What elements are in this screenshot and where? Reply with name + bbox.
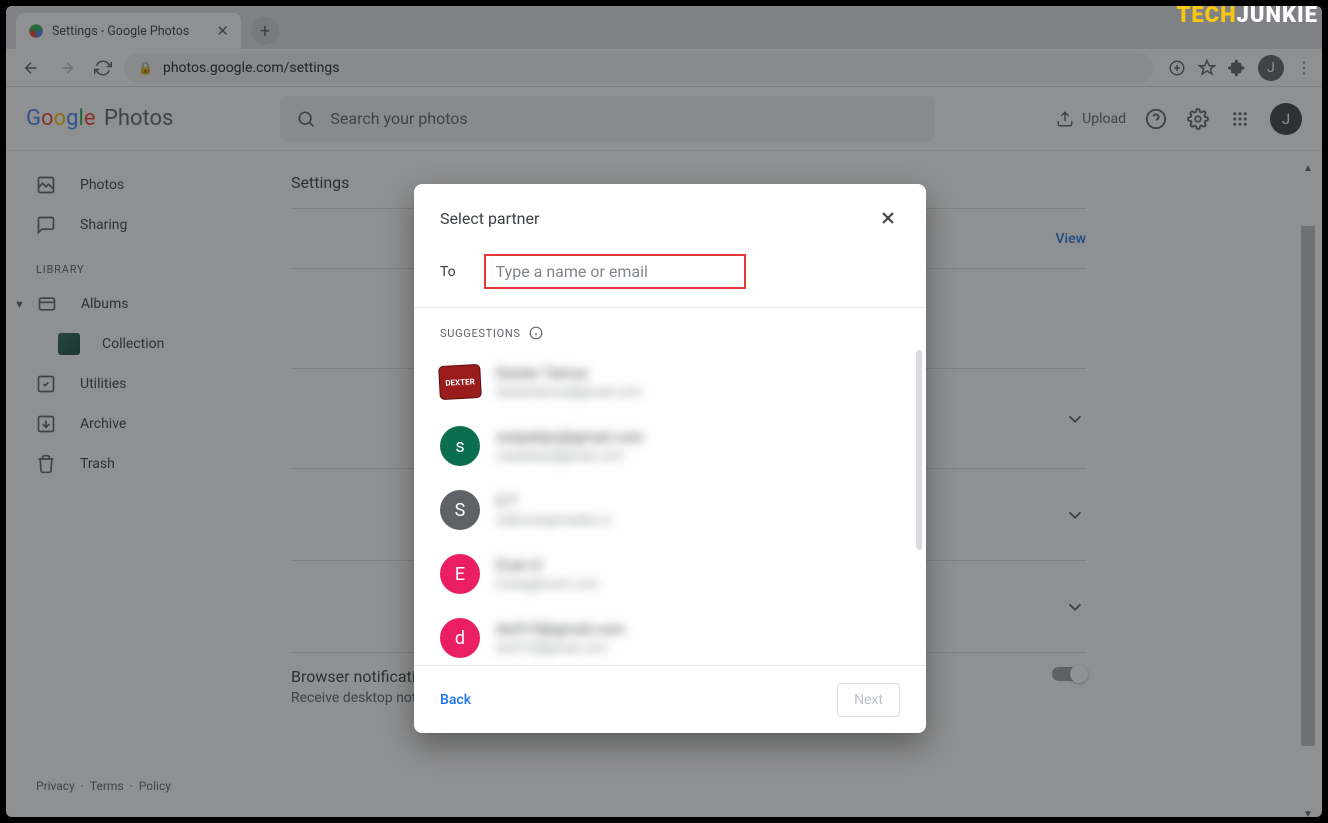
suggestion-avatar: S — [440, 490, 480, 530]
suggestion-name: Evan G — [496, 556, 599, 574]
close-icon — [878, 208, 898, 228]
watermark: TECHJUNKIE — [1176, 2, 1318, 28]
to-label: To — [440, 264, 456, 280]
suggestion-avatar: s — [440, 426, 480, 466]
suggestion-email: dw915@gmail.com — [496, 641, 625, 656]
suggestion-avatar: DEXTER — [440, 362, 480, 402]
suggestion-email: evang@such.com — [496, 577, 599, 592]
close-modal-button[interactable] — [876, 206, 900, 230]
suggestion-name: swipetips@gmail.com — [496, 428, 644, 446]
back-button[interactable]: Back — [440, 692, 471, 708]
suggestion-email: dextertamus@gmail.com — [496, 385, 642, 400]
suggestion-email: swipetips@gmail.com — [496, 449, 644, 464]
suggestion-name: S T — [496, 492, 612, 510]
modal-title: Select partner — [440, 209, 539, 228]
suggestions-header: SUGGESTIONS — [414, 308, 926, 350]
suggestion-item[interactable]: S S T st@orangemedia.co — [440, 478, 910, 542]
to-input-highlight — [484, 254, 746, 289]
suggestion-email: st@orangemedia.co — [496, 513, 612, 528]
browser-window: Settings - Google Photos ✕ + 🔒 photos.go… — [6, 6, 1322, 817]
suggestion-avatar: E — [440, 554, 480, 594]
suggestion-item[interactable]: DEXTER Dexter Tamus dextertamus@gmail.com — [440, 350, 910, 414]
suggestion-item[interactable]: E Evan G evang@such.com — [440, 542, 910, 606]
suggestion-name: Dexter Tamus — [496, 364, 642, 382]
suggestions-list: DEXTER Dexter Tamus dextertamus@gmail.com s… — [414, 350, 926, 665]
info-icon[interactable] — [529, 326, 543, 340]
suggestion-item[interactable]: s swipetips@gmail.com swipetips@gmail.com — [440, 414, 910, 478]
next-button[interactable]: Next — [837, 683, 900, 717]
partner-email-input[interactable] — [496, 262, 734, 281]
suggestions-scrollbar[interactable] — [916, 350, 922, 550]
suggestion-name: dw915@gmail.com — [496, 620, 625, 638]
select-partner-modal: Select partner To SUGGESTIONS DEXTER Dext… — [414, 184, 926, 733]
suggestion-avatar: d — [440, 618, 480, 658]
suggestion-item[interactable]: d dw915@gmail.com dw915@gmail.com — [440, 606, 910, 665]
